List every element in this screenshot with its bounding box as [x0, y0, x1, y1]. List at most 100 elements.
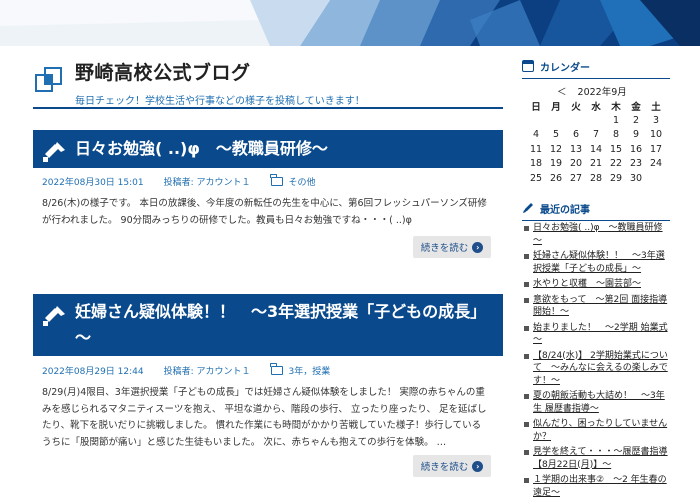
calendar-week: 4 5 6 7 8 9 10 [526, 128, 666, 143]
post-title-link[interactable]: 妊婦さん疑似体験！！ ～3年選択授業「子どもの成長」～ [75, 299, 493, 351]
calendar-day: 3 [652, 114, 660, 126]
calendar-day: 24 [649, 158, 663, 170]
recent-post-link[interactable]: 似んだり、困ったりしていませんか？ [533, 419, 667, 442]
calendar-day: 4 [532, 129, 540, 141]
calendar-day: 22 [609, 158, 623, 170]
read-more-button[interactable]: 続きを読む › [413, 455, 491, 477]
recent-posts-widget: 最近の記事 日々お勉強( ..)φ ～教職員研修～ 妊婦さん疑似体験！！ ～3年… [522, 200, 670, 498]
blog-subtitle: 毎日チェック！学校生活や行事などの様子を投稿していきます！ [75, 96, 365, 107]
recent-post-link[interactable]: 妊婦さん疑似体験！！ ～3年選択授業「子どもの成長」～ [533, 251, 665, 274]
weekday: 火 [571, 101, 581, 113]
calendar-day: 19 [549, 158, 563, 170]
calendar-week: 11 12 13 14 15 16 17 [526, 142, 666, 157]
calendar-heading-label: カレンダー [540, 62, 590, 74]
list-item: 似んだり、困ったりしていませんか？ [522, 418, 670, 443]
calendar-week: 25 26 27 28 29 30 [526, 171, 666, 186]
post-category[interactable]: 3年，授業 [289, 364, 331, 377]
recent-post-link[interactable]: 始まりました！ ～2学期 始業式～ [533, 323, 668, 346]
calendar-day: 23 [629, 158, 643, 170]
weekday: 土 [651, 101, 661, 113]
weekday: 木 [611, 101, 621, 113]
calendar-day: 28 [589, 172, 603, 184]
list-item: 始まりました！ ～2学期 始業式～ [522, 322, 670, 347]
recent-posts-heading-label: 最近の記事 [540, 204, 590, 216]
header-banner [0, 0, 700, 46]
post-meta: 2022年08月29日 12:44 投稿者: アカウント１ 3年，授業 [42, 363, 331, 377]
calendar-day [546, 113, 566, 128]
blog-title[interactable]: 野崎高校公式ブログ [75, 58, 251, 85]
calendar-icon [522, 60, 534, 72]
list-item: 【8/24(水)】 2学期始業式について ～みんなに会えるの楽しみです！～ [522, 350, 670, 388]
post-date: 2022年08月29日 12:44 [42, 367, 144, 377]
banner-graphic [0, 0, 700, 46]
post-title-bar: 日々お勉強( ..)φ ～教職員研修～ [33, 130, 503, 168]
weekday: 水 [591, 101, 601, 113]
recent-post-link[interactable]: 日々お勉強( ..)φ ～教職員研修～ [533, 223, 663, 246]
calendar-day [646, 171, 666, 186]
calendar-day: 10 [649, 129, 663, 141]
calendar-day: 29 [609, 172, 623, 184]
calendar-day: 20 [569, 158, 583, 170]
calendar-divider [522, 78, 670, 79]
calendar-day: 13 [569, 143, 583, 155]
calendar-day: 18 [529, 158, 543, 170]
recent-posts-heading: 最近の記事 [522, 200, 670, 216]
calendar-day: 30 [629, 172, 643, 184]
calendar-day: 9 [632, 129, 640, 141]
weekday: 月 [551, 101, 561, 113]
read-more-label: 続きを読む [420, 243, 469, 254]
post-title-bar: 妊婦さん疑似体験！！ ～3年選択授業「子どもの成長」～ [33, 294, 503, 356]
calendar-day: 12 [549, 143, 563, 155]
calendar-day: 27 [569, 172, 583, 184]
post-meta: 2022年08月30日 15:01 投稿者: アカウント１ その他 [42, 174, 316, 188]
recent-post-link[interactable]: １学期の出来事② ～2 年生春の遠足～ [533, 475, 667, 498]
calendar-month: 2022年9月 [577, 87, 627, 98]
recent-post-link[interactable]: 水やりと収穫 ～園芸部～ [533, 279, 641, 289]
calendar-day: 6 [572, 129, 580, 141]
calendar-day: 21 [589, 158, 603, 170]
list-item: 水やりと収穫 ～園芸部～ [522, 278, 670, 291]
folder-icon [270, 174, 283, 186]
calendar-week: 123 [526, 113, 666, 128]
calendar-day: 11 [529, 143, 543, 155]
post-category[interactable]: その他 [289, 175, 316, 188]
calendar-day: 8 [612, 129, 620, 141]
read-more-label: 続きを読む [420, 462, 469, 473]
recent-posts-list: 日々お勉強( ..)φ ～教職員研修～ 妊婦さん疑似体験！！ ～3年選択授業「子… [522, 222, 670, 500]
recent-post-link[interactable]: 夏の朝飯活動も大詰め！ ～3年生 履歴書指導～ [533, 391, 665, 414]
calendar-day: 1 [612, 114, 620, 126]
calendar-day: 2 [632, 114, 640, 126]
weekday: 金 [631, 101, 641, 113]
recent-post-link[interactable]: 見学を終えて・・・～履歴書指導【8月22日(月)】～ [533, 447, 668, 470]
list-item: 意欲をもって ～第2回 面接指導開始！～ [522, 294, 670, 319]
post-excerpt: 8/26(木)の様子です。 本日の放課後、今年度の新転任の先生を中心に、第6回フ… [42, 198, 487, 226]
post-author[interactable]: 投稿者: アカウント１ [164, 175, 251, 188]
calendar-day: 14 [589, 143, 603, 155]
list-item: １学期の出来事② ～2 年生春の遠足～ [522, 474, 670, 499]
calendar-day: 25 [529, 172, 543, 184]
recent-posts-divider [522, 220, 670, 221]
blog-logo-icon [35, 67, 62, 92]
calendar-weekday-row: 日 月 火 水 木 金 土 [526, 98, 666, 113]
list-item: 妊婦さん疑似体験！！ ～3年選択授業「子どもの成長」～ [522, 250, 670, 275]
pencil-icon [523, 203, 533, 213]
arrow-right-circle-icon: › [472, 460, 484, 472]
calendar-day: 26 [549, 172, 563, 184]
calendar-day [566, 113, 586, 128]
recent-post-link[interactable]: 【8/24(水)】 2学期始業式について ～みんなに会えるの楽しみです！～ [533, 351, 668, 386]
calendar-day: 16 [629, 143, 643, 155]
recent-post-link[interactable]: 意欲をもって ～第2回 面接指導開始！～ [533, 295, 667, 318]
list-item: 日々お勉強( ..)φ ～教職員研修～ [522, 222, 670, 247]
calendar-day [526, 113, 546, 128]
weekday: 日 [531, 101, 541, 113]
calendar-nav: ＜ 2022年9月 [557, 84, 627, 98]
calendar-prev-button[interactable]: ＜ [557, 87, 567, 98]
post-author[interactable]: 投稿者: アカウント１ [164, 364, 251, 377]
post-pin-icon [43, 142, 65, 162]
read-more-button[interactable]: 続きを読む › [413, 236, 491, 258]
calendar-week: 18 19 20 21 22 23 24 [526, 157, 666, 172]
post-title-link[interactable]: 日々お勉強( ..)φ ～教職員研修～ [75, 136, 493, 162]
header-divider [33, 107, 503, 109]
post-excerpt: 8/29(月)4限目、3年選択授業「子どもの成長」では妊婦さん疑似体験をしました… [42, 387, 487, 448]
calendar-grid: 日 月 火 水 木 金 土 123 4 5 6 7 8 9 10 11 12 13 14 15 16 1… [526, 98, 666, 186]
